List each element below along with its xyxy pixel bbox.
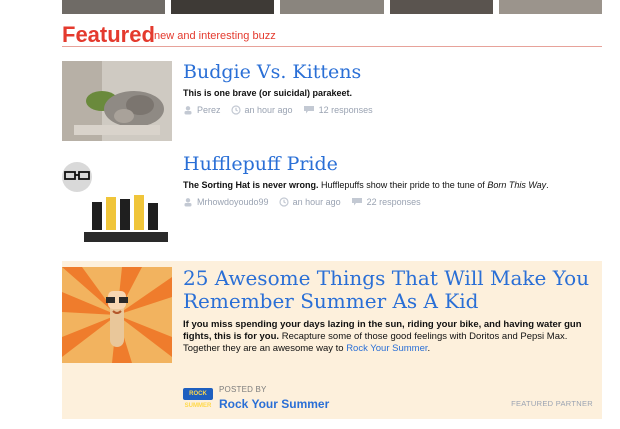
featured-header: Featured new and interesting buzz <box>62 22 602 47</box>
timestamp: an hour ago <box>230 105 293 115</box>
post-description-italic: Born This Way <box>487 180 547 190</box>
featured-partner-label: FEATURED PARTNER <box>511 399 593 408</box>
responses[interactable]: 12 responses <box>303 105 373 115</box>
post-meta: Perez an hour ago 12 responses <box>183 105 593 115</box>
post-title[interactable]: Budgie Vs. Kittens <box>183 61 593 83</box>
responses[interactable]: 22 responses <box>351 197 421 207</box>
comment-icon <box>303 106 314 114</box>
post-title[interactable]: 25 Awesome Things That Will Make You Rem… <box>183 267 593 313</box>
author-name: Perez <box>197 105 221 115</box>
time-text: an hour ago <box>292 197 341 207</box>
post-description-bold: The Sorting Hat is never wrong. <box>183 180 319 190</box>
user-icon <box>184 106 192 115</box>
thumbnail-image[interactable] <box>171 0 275 14</box>
post-thumbnail[interactable] <box>62 267 172 363</box>
post-item: Hufflepuff Pride The Sorting Hat is neve… <box>62 153 602 252</box>
featured-title: Featured <box>62 22 155 47</box>
post-description: If you miss spending your days lazing in… <box>183 319 593 355</box>
budgie-kittens-image <box>62 61 172 141</box>
comment-icon <box>351 198 362 206</box>
thumbnail-strip[interactable] <box>62 0 603 14</box>
rock-your-summer-link[interactable]: Rock Your Summer <box>346 343 427 354</box>
post-item: Budgie Vs. Kittens This is one brave (or… <box>62 61 602 141</box>
post-thumbnail[interactable] <box>62 157 172 252</box>
user-icon <box>184 198 192 207</box>
author[interactable]: Perez <box>183 105 221 115</box>
post-thumbnail[interactable] <box>62 61 172 141</box>
author-name: Mrhowdoyoudo99 <box>197 197 269 207</box>
post-content: Hufflepuff Pride The Sorting Hat is neve… <box>183 153 593 207</box>
sponsored-post: 25 Awesome Things That Will Make You Rem… <box>62 261 602 419</box>
post-description-bold: This is one brave (or suicidal) parakeet… <box>183 88 353 98</box>
featured-subtitle: new and interesting buzz <box>154 30 276 42</box>
post-description-end: . <box>546 180 549 190</box>
post-content: Budgie Vs. Kittens This is one brave (or… <box>183 61 593 115</box>
post-description-end: . <box>427 343 431 354</box>
post-description: This is one brave (or suicidal) parakeet… <box>183 87 593 99</box>
time-text: an hour ago <box>244 105 293 115</box>
clock-icon <box>278 197 289 207</box>
post-title[interactable]: Hufflepuff Pride <box>183 153 593 175</box>
thumbnail-image[interactable] <box>62 0 166 14</box>
posted-by-label: POSTED BY <box>219 385 267 394</box>
posted-by-name[interactable]: Rock Your Summer <box>219 397 329 411</box>
responses-text: 22 responses <box>366 197 421 207</box>
posted-by: ROCK SUMMER POSTED BY Rock Your Summer F… <box>183 385 593 411</box>
summer-illustration <box>62 267 172 363</box>
author[interactable]: Mrhowdoyoudo99 <box>183 197 269 207</box>
clock-icon <box>230 105 241 115</box>
post-description: The Sorting Hat is never wrong. Hufflepu… <box>183 179 593 191</box>
post-content: 25 Awesome Things That Will Make You Rem… <box>183 267 593 355</box>
post-description-text: Hufflepuffs show their pride to the tune… <box>318 180 488 190</box>
post-meta: Mrhowdoyoudo99 an hour ago 22 responses <box>183 197 593 207</box>
thumbnail-image[interactable] <box>280 0 384 14</box>
timestamp: an hour ago <box>278 197 341 207</box>
rock-your-summer-logo[interactable]: ROCK SUMMER <box>183 388 213 409</box>
hufflepuff-image <box>62 157 172 252</box>
thumbnail-image[interactable] <box>389 0 493 14</box>
responses-text: 12 responses <box>318 105 373 115</box>
thumbnail-image[interactable] <box>498 0 603 14</box>
